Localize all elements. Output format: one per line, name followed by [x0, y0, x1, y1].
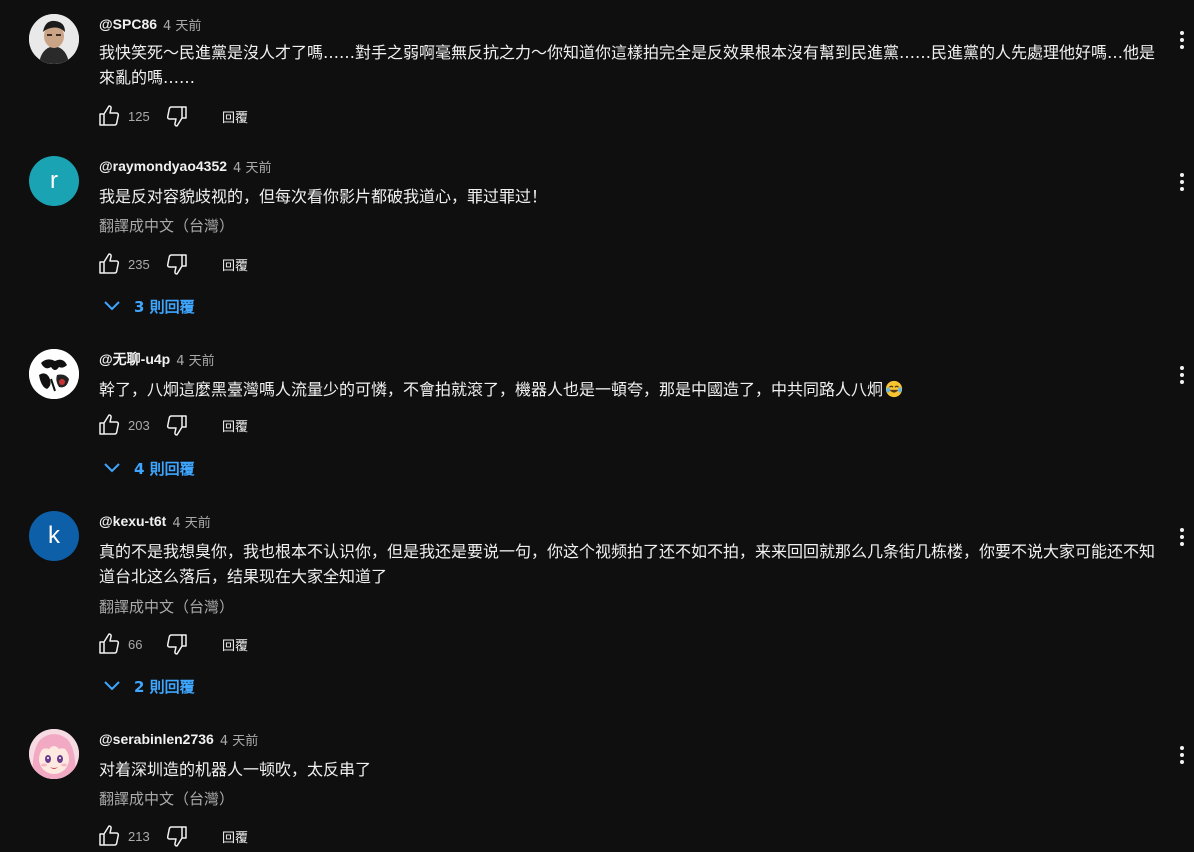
like-count: 66	[128, 636, 143, 652]
reply-button[interactable]: 回覆	[222, 635, 248, 654]
show-replies-button[interactable]: 2 則回覆	[104, 674, 195, 698]
author-name[interactable]: @SPC86	[99, 16, 157, 32]
avatar[interactable]	[29, 349, 79, 399]
like-button[interactable]	[96, 631, 122, 657]
translate-link[interactable]: 翻譯成中文（台灣）	[99, 597, 234, 617]
comment-header: @raymondyao4352 4 天前	[99, 156, 271, 176]
avatar[interactable]: r	[29, 156, 79, 206]
author-name[interactable]: @serabinlen2736	[99, 731, 214, 747]
comment-time[interactable]: 4 天前	[176, 350, 214, 369]
translate-link[interactable]: 翻譯成中文（台灣）	[99, 216, 234, 236]
more-vert-icon	[1180, 31, 1184, 49]
more-actions-button[interactable]	[1170, 525, 1194, 549]
comment-actions: 66 回覆	[96, 631, 248, 657]
more-vert-icon	[1180, 746, 1184, 764]
like-button[interactable]	[96, 823, 122, 849]
show-replies-button[interactable]: 4 則回覆	[104, 456, 195, 480]
thumb-up-icon	[99, 633, 120, 654]
translate-link[interactable]: 翻譯成中文（台灣）	[99, 789, 234, 809]
laughing-tears-emoji-icon	[885, 380, 903, 398]
thumb-down-icon	[166, 634, 187, 655]
more-actions-button[interactable]	[1170, 743, 1194, 767]
comment-actions: 213 回覆	[96, 823, 248, 849]
avatar[interactable]	[29, 14, 79, 64]
comment-header: @serabinlen2736 4 天前	[99, 729, 258, 749]
more-vert-icon	[1180, 528, 1184, 546]
avatar-letter: k	[48, 522, 60, 549]
comment-time[interactable]: 4 天前	[172, 512, 210, 531]
comment-actions: 125 回覆	[96, 103, 248, 129]
chevron-down-icon	[104, 301, 120, 311]
reply-button[interactable]: 回覆	[222, 827, 248, 846]
like-button[interactable]	[96, 103, 122, 129]
chevron-down-icon	[104, 681, 120, 691]
avatar[interactable]	[29, 729, 79, 779]
dislike-button[interactable]	[164, 251, 190, 277]
comment-text: 我快笑死～民進黨是沒人才了嗎……對手之弱啊毫無反抗之力～你知道你這樣拍完全是反效…	[99, 43, 1156, 87]
like-count: 235	[128, 256, 150, 272]
thumb-down-icon	[166, 106, 187, 127]
more-actions-button[interactable]	[1170, 363, 1194, 387]
dislike-button[interactable]	[164, 823, 190, 849]
thumb-up-icon	[99, 105, 120, 126]
avatar-ink-drawing	[29, 349, 79, 399]
replies-count: 3 則回覆	[134, 297, 195, 316]
author-name[interactable]: @raymondyao4352	[99, 158, 227, 174]
dislike-button[interactable]	[164, 631, 190, 657]
avatar-photo	[29, 14, 79, 64]
like-button[interactable]	[96, 412, 122, 438]
like-button[interactable]	[96, 251, 122, 277]
thumb-up-icon	[99, 253, 120, 274]
author-name[interactable]: @kexu-t6t	[99, 513, 166, 529]
comment-header: @无聊-u4p 4 天前	[99, 349, 215, 369]
comment-header: @SPC86 4 天前	[99, 14, 201, 34]
comment-actions: 203 回覆	[96, 412, 248, 438]
reply-button[interactable]: 回覆	[222, 107, 248, 126]
comment-text: 幹了，八炯這麼黑臺灣嗎人流量少的可憐，不會拍就滾了，機器人也是一頓夸，那是中國造…	[99, 377, 1159, 402]
more-vert-icon	[1180, 366, 1184, 384]
thumb-up-icon	[99, 414, 120, 435]
comment-header: @kexu-t6t 4 天前	[99, 511, 211, 531]
thumb-down-icon	[166, 415, 187, 436]
comment-time[interactable]: 4 天前	[233, 157, 271, 176]
reply-button[interactable]: 回覆	[222, 255, 248, 274]
replies-count: 4 則回覆	[134, 459, 195, 478]
avatar[interactable]: k	[29, 511, 79, 561]
comment-text: 对着深圳造的机器人一顿吹，太反串了	[99, 760, 372, 779]
dislike-button[interactable]	[164, 412, 190, 438]
thumb-up-icon	[99, 825, 120, 846]
comment-time[interactable]: 4 天前	[220, 730, 258, 749]
author-name[interactable]: @无聊-u4p	[99, 349, 170, 369]
comment-text: 真的不是我想臭你，我也根本不认识你，但是我还是要说一句，你这个视频拍了还不如不拍…	[99, 542, 1156, 586]
thumb-down-icon	[166, 254, 187, 275]
more-actions-button[interactable]	[1170, 28, 1194, 52]
chevron-down-icon	[104, 463, 120, 473]
dislike-button[interactable]	[164, 103, 190, 129]
replies-count: 2 則回覆	[134, 677, 195, 696]
show-replies-button[interactable]: 3 則回覆	[104, 294, 195, 318]
more-vert-icon	[1180, 173, 1184, 191]
like-count: 213	[128, 828, 150, 844]
comment-time[interactable]: 4 天前	[163, 15, 201, 34]
like-count: 203	[128, 417, 150, 433]
comments-section: @SPC86 4 天前 我快笑死～民進黨是沒人才了嗎……對手之弱啊毫無反抗之力～…	[0, 0, 1194, 852]
thumb-down-icon	[166, 826, 187, 847]
reply-button[interactable]: 回覆	[222, 416, 248, 435]
comment-text-body: 幹了，八炯這麼黑臺灣嗎人流量少的可憐，不會拍就滾了，機器人也是一頓夸，那是中國造…	[99, 380, 884, 399]
avatar-anime-girl	[29, 729, 79, 779]
comment-text: 我是反对容貌歧视的，但每次看你影片都破我道心，罪过罪过！	[99, 187, 548, 206]
more-actions-button[interactable]	[1170, 170, 1194, 194]
avatar-letter: r	[50, 167, 58, 194]
comment-actions: 235 回覆	[96, 251, 248, 277]
like-count: 125	[128, 108, 150, 124]
